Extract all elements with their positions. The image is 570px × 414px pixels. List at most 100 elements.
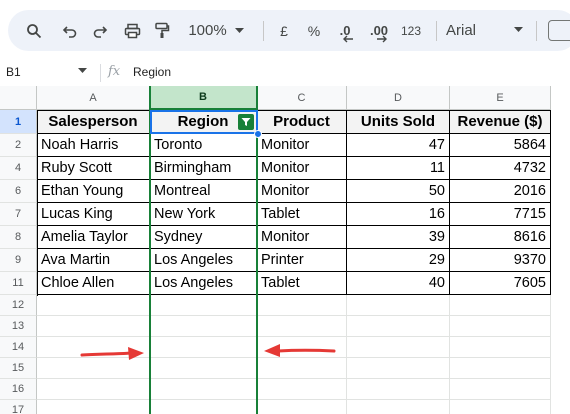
column-header-d[interactable]: D bbox=[347, 86, 450, 110]
empty-cell[interactable] bbox=[150, 295, 257, 316]
empty-cell[interactable] bbox=[450, 379, 551, 400]
empty-cell[interactable] bbox=[347, 358, 450, 379]
currency-format-button[interactable]: £ bbox=[274, 10, 294, 51]
table-cell[interactable]: Ethan Young bbox=[37, 180, 150, 203]
table-cell[interactable]: Ruby Scott bbox=[37, 157, 150, 180]
table-cell[interactable]: 11 bbox=[347, 157, 450, 180]
empty-cell[interactable] bbox=[347, 316, 450, 337]
print-icon[interactable] bbox=[120, 10, 144, 51]
row-header-9[interactable]: 9 bbox=[0, 249, 37, 272]
empty-cell[interactable] bbox=[257, 316, 347, 337]
empty-cell[interactable] bbox=[347, 379, 450, 400]
table-cell[interactable]: 16 bbox=[347, 203, 450, 226]
table-cell[interactable]: 5864 bbox=[450, 134, 551, 157]
decrease-decimal-button[interactable]: .0 bbox=[330, 10, 360, 51]
empty-cell[interactable] bbox=[257, 379, 347, 400]
header-cell[interactable]: Salesperson bbox=[37, 110, 150, 134]
row-header-2[interactable]: 2 bbox=[0, 134, 37, 157]
empty-cell[interactable] bbox=[37, 379, 150, 400]
paint-format-icon[interactable] bbox=[150, 10, 174, 51]
empty-cell[interactable] bbox=[150, 337, 257, 358]
table-cell[interactable]: Montreal bbox=[150, 180, 257, 203]
table-cell[interactable]: Monitor bbox=[257, 134, 347, 157]
table-cell[interactable]: Chloe Allen bbox=[37, 272, 150, 295]
row-header-15[interactable]: 15 bbox=[0, 358, 37, 379]
empty-cell[interactable] bbox=[450, 295, 551, 316]
empty-cell[interactable] bbox=[347, 400, 450, 414]
row-header-17[interactable]: 17 bbox=[0, 400, 37, 414]
table-cell[interactable]: Los Angeles bbox=[150, 272, 257, 295]
column-header-a[interactable]: A bbox=[37, 86, 150, 110]
undo-icon[interactable] bbox=[58, 10, 82, 51]
row-header-11[interactable]: 11 bbox=[0, 272, 37, 295]
header-cell[interactable]: Units Sold bbox=[347, 110, 450, 134]
table-cell[interactable]: Amelia Taylor bbox=[37, 226, 150, 249]
table-cell[interactable]: 7715 bbox=[450, 203, 551, 226]
chevron-down-icon[interactable] bbox=[78, 68, 87, 74]
table-cell[interactable]: Monitor bbox=[257, 157, 347, 180]
empty-cell[interactable] bbox=[37, 316, 150, 337]
empty-cell[interactable] bbox=[257, 400, 347, 414]
font-family-select[interactable]: Arial bbox=[446, 10, 530, 51]
table-cell[interactable]: Birmingham bbox=[150, 157, 257, 180]
column-header-e[interactable]: E bbox=[450, 86, 551, 110]
font-size-box[interactable] bbox=[548, 20, 570, 41]
formula-input[interactable]: Region bbox=[133, 65, 171, 79]
table-cell[interactable]: 9370 bbox=[450, 249, 551, 272]
row-header-13[interactable]: 13 bbox=[0, 316, 37, 337]
column-header-c[interactable]: C bbox=[257, 86, 347, 110]
search-menus-icon[interactable] bbox=[22, 10, 46, 51]
table-cell[interactable]: Tablet bbox=[257, 203, 347, 226]
empty-cell[interactable] bbox=[37, 400, 150, 414]
table-cell[interactable]: 47 bbox=[347, 134, 450, 157]
row-header-14[interactable]: 14 bbox=[0, 337, 37, 358]
empty-cell[interactable] bbox=[37, 295, 150, 316]
row-header-4[interactable]: 4 bbox=[0, 157, 37, 180]
row-header-7[interactable]: 7 bbox=[0, 203, 37, 226]
table-cell[interactable]: Noah Harris bbox=[37, 134, 150, 157]
table-cell[interactable]: Los Angeles bbox=[150, 249, 257, 272]
table-cell[interactable]: 50 bbox=[347, 180, 450, 203]
empty-cell[interactable] bbox=[450, 337, 551, 358]
empty-cell[interactable] bbox=[150, 379, 257, 400]
table-cell[interactable]: 2016 bbox=[450, 180, 551, 203]
row-header-1[interactable]: 1 bbox=[0, 110, 37, 134]
row-header-8[interactable]: 8 bbox=[0, 226, 37, 249]
table-cell[interactable]: 29 bbox=[347, 249, 450, 272]
empty-cell[interactable] bbox=[257, 295, 347, 316]
table-cell[interactable]: Printer bbox=[257, 249, 347, 272]
table-cell[interactable]: Lucas King bbox=[37, 203, 150, 226]
table-cell[interactable]: 7605 bbox=[450, 272, 551, 295]
percent-format-button[interactable]: % bbox=[302, 10, 326, 51]
table-cell[interactable]: Monitor bbox=[257, 226, 347, 249]
select-all-corner[interactable] bbox=[0, 86, 37, 110]
table-cell[interactable]: 40 bbox=[347, 272, 450, 295]
increase-decimal-button[interactable]: .00 bbox=[364, 10, 394, 51]
empty-cell[interactable] bbox=[150, 358, 257, 379]
zoom-select[interactable]: 100% bbox=[184, 10, 248, 51]
name-box[interactable]: B1 bbox=[6, 65, 21, 79]
header-cell[interactable]: Product bbox=[257, 110, 347, 134]
empty-cell[interactable] bbox=[150, 316, 257, 337]
header-cell[interactable]: Revenue ($) bbox=[450, 110, 551, 134]
table-cell[interactable]: 39 bbox=[347, 226, 450, 249]
empty-cell[interactable] bbox=[257, 358, 347, 379]
empty-cell[interactable] bbox=[450, 358, 551, 379]
fill-handle[interactable] bbox=[254, 130, 262, 138]
column-header-b[interactable]: B bbox=[150, 86, 257, 110]
empty-cell[interactable] bbox=[347, 337, 450, 358]
row-header-12[interactable]: 12 bbox=[0, 295, 37, 316]
row-header-6[interactable]: 6 bbox=[0, 180, 37, 203]
more-formats-button[interactable]: 123 bbox=[396, 10, 426, 51]
table-cell[interactable]: 4732 bbox=[450, 157, 551, 180]
filter-icon[interactable] bbox=[238, 114, 254, 130]
table-cell[interactable]: Monitor bbox=[257, 180, 347, 203]
empty-cell[interactable] bbox=[450, 400, 551, 414]
redo-icon[interactable] bbox=[88, 10, 112, 51]
table-cell[interactable]: Sydney bbox=[150, 226, 257, 249]
table-cell[interactable]: Ava Martin bbox=[37, 249, 150, 272]
table-cell[interactable]: Tablet bbox=[257, 272, 347, 295]
empty-cell[interactable] bbox=[347, 295, 450, 316]
row-header-16[interactable]: 16 bbox=[0, 379, 37, 400]
table-cell[interactable]: Toronto bbox=[150, 134, 257, 157]
